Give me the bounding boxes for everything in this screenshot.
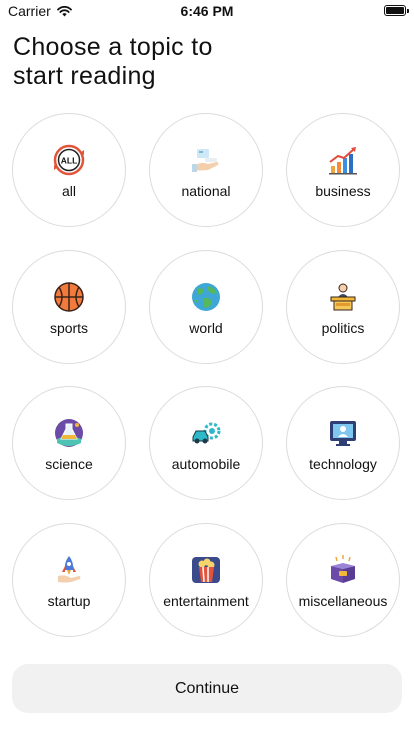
globe-icon [189,280,223,314]
topic-label: startup [47,593,91,609]
topic-label: world [189,320,223,336]
box-icon [326,553,360,587]
technology-screen-icon [326,416,360,450]
topic-label: national [181,183,231,199]
car-gear-icon [189,416,223,450]
business-chart-icon [326,143,360,177]
topic-label: technology [309,456,377,472]
popcorn-icon [189,553,223,587]
status-bar: Carrier 6:46 PM [0,0,414,22]
status-time: 6:46 PM [180,3,234,19]
topic-science[interactable]: science [12,386,126,500]
topic-label: miscellaneous [298,593,388,609]
battery-icon [384,5,409,16]
topic-politics[interactable]: politics [286,250,400,364]
topic-startup[interactable]: startup [12,523,126,637]
topic-label: sports [49,320,89,336]
topic-miscellaneous[interactable]: miscellaneous [286,523,400,637]
all-icon: ALL [52,143,86,177]
topic-grid: ALL all national business sports world p… [12,113,402,639]
topic-label: science [45,456,93,472]
rocket-icon [52,553,86,587]
svg-text:ALL: ALL [61,156,78,166]
topic-world[interactable]: world [149,250,263,364]
basketball-icon [52,280,86,314]
topic-automobile[interactable]: automobile [149,386,263,500]
topic-entertainment[interactable]: entertainment [149,523,263,637]
topic-label: business [315,183,371,199]
topic-label: automobile [171,456,241,472]
topic-sports[interactable]: sports [12,250,126,364]
topic-national[interactable]: national [149,113,263,227]
topic-label: entertainment [163,593,249,609]
topic-all[interactable]: ALL all [12,113,126,227]
topic-label: politics [321,320,365,336]
continue-button[interactable]: Continue [12,664,402,713]
national-icon [189,143,223,177]
science-flask-icon [52,416,86,450]
page-title: Choose a topic to start reading [13,33,213,90]
topic-technology[interactable]: technology [286,386,400,500]
podium-icon [326,280,360,314]
topic-business[interactable]: business [286,113,400,227]
topic-label: all [61,183,76,199]
